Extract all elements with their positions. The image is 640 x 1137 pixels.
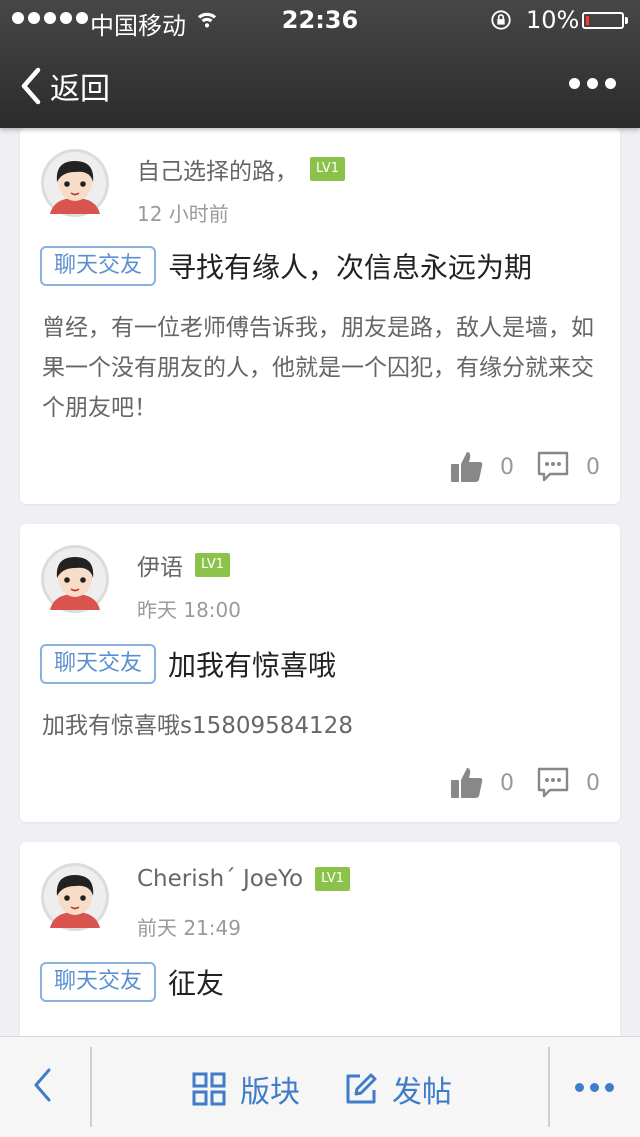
category-tag[interactable]: 聊天交友 — [40, 246, 157, 286]
nav-bar: 返回 — [0, 44, 640, 128]
top-header: 中国移动 22:36 10% 返回 — [0, 0, 640, 128]
category-tag[interactable]: 聊天交友 — [40, 644, 157, 684]
like-count: 0 — [500, 770, 514, 796]
avatar — [41, 149, 109, 217]
chevron-left-icon — [21, 67, 41, 105]
toolbar-more-button[interactable] — [575, 1083, 614, 1092]
comment-bubble-icon — [537, 451, 569, 482]
post-time: 12 小时前 — [137, 202, 229, 226]
comment-count: 0 — [586, 454, 600, 480]
post-card[interactable]: Cherish´ JoeYo LV1 前天 21:49 聊天交友 征友 — [20, 842, 620, 1036]
post-title[interactable]: 征友 — [168, 962, 224, 1002]
toolbar-divider — [548, 1047, 550, 1127]
level-badge: LV1 — [195, 553, 230, 577]
like-button[interactable]: 0 — [450, 450, 514, 484]
post-title[interactable]: 加我有惊喜哦 — [168, 644, 336, 684]
comment-button[interactable]: 0 — [536, 766, 600, 800]
chevron-left-icon[interactable] — [30, 1065, 54, 1105]
avatar — [41, 545, 109, 613]
comment-button[interactable]: 0 — [536, 450, 600, 484]
post-card[interactable]: 自己选择的路， LV1 12 小时前 聊天交友 寻找有缘人，次信息永远为期 曾经… — [20, 128, 620, 504]
post-time: 昨天 18:00 — [137, 598, 241, 622]
battery-icon — [582, 12, 628, 29]
edit-icon — [346, 1073, 377, 1104]
author-name[interactable]: 伊语 — [137, 548, 183, 582]
post-feed[interactable]: 自己选择的路， LV1 12 小时前 聊天交友 寻找有缘人，次信息永远为期 曾经… — [0, 128, 640, 1036]
battery-percent: 10% — [526, 6, 580, 34]
toolbar-divider — [90, 1047, 92, 1127]
bottom-toolbar: 版块 发帖 — [0, 1036, 640, 1137]
more-options-button[interactable] — [569, 78, 616, 89]
level-badge: LV1 — [310, 157, 345, 181]
category-tag[interactable]: 聊天交友 — [40, 962, 157, 1002]
author-name[interactable]: Cherish´ JoeYo — [137, 866, 303, 892]
thumbs-up-icon — [451, 768, 483, 798]
rotation-lock-icon — [491, 10, 511, 30]
level-badge: LV1 — [315, 867, 351, 891]
board-label: 版块 — [240, 1075, 300, 1110]
post-label: 发帖 — [392, 1075, 452, 1110]
like-count: 0 — [500, 454, 514, 480]
post-card[interactable]: 伊语 LV1 昨天 18:00 聊天交友 加我有惊喜哦 加我有惊喜哦s15809… — [20, 524, 620, 822]
post-content: 曾经，有一位老师傅告诉我，朋友是路，敌人是墙，如果一个没有朋友的人，他就是一个囚… — [42, 315, 594, 421]
board-button[interactable]: 版块 — [192, 1067, 300, 1111]
grid-icon — [192, 1072, 226, 1106]
post-time: 前天 21:49 — [137, 916, 241, 940]
post-content: 加我有惊喜哦s15809584128 — [42, 713, 353, 739]
thumbs-up-icon — [451, 452, 483, 482]
back-button[interactable]: 返回 — [18, 64, 110, 108]
status-bar: 中国移动 22:36 10% — [0, 0, 640, 40]
post-title[interactable]: 寻找有缘人，次信息永远为期 — [168, 246, 532, 286]
author-name[interactable]: 自己选择的路， — [137, 152, 298, 186]
comment-count: 0 — [586, 770, 600, 796]
like-button[interactable]: 0 — [450, 766, 514, 800]
avatar — [41, 863, 109, 931]
comment-bubble-icon — [537, 767, 569, 798]
new-post-button[interactable]: 发帖 — [344, 1067, 452, 1111]
back-label: 返回 — [50, 72, 110, 107]
